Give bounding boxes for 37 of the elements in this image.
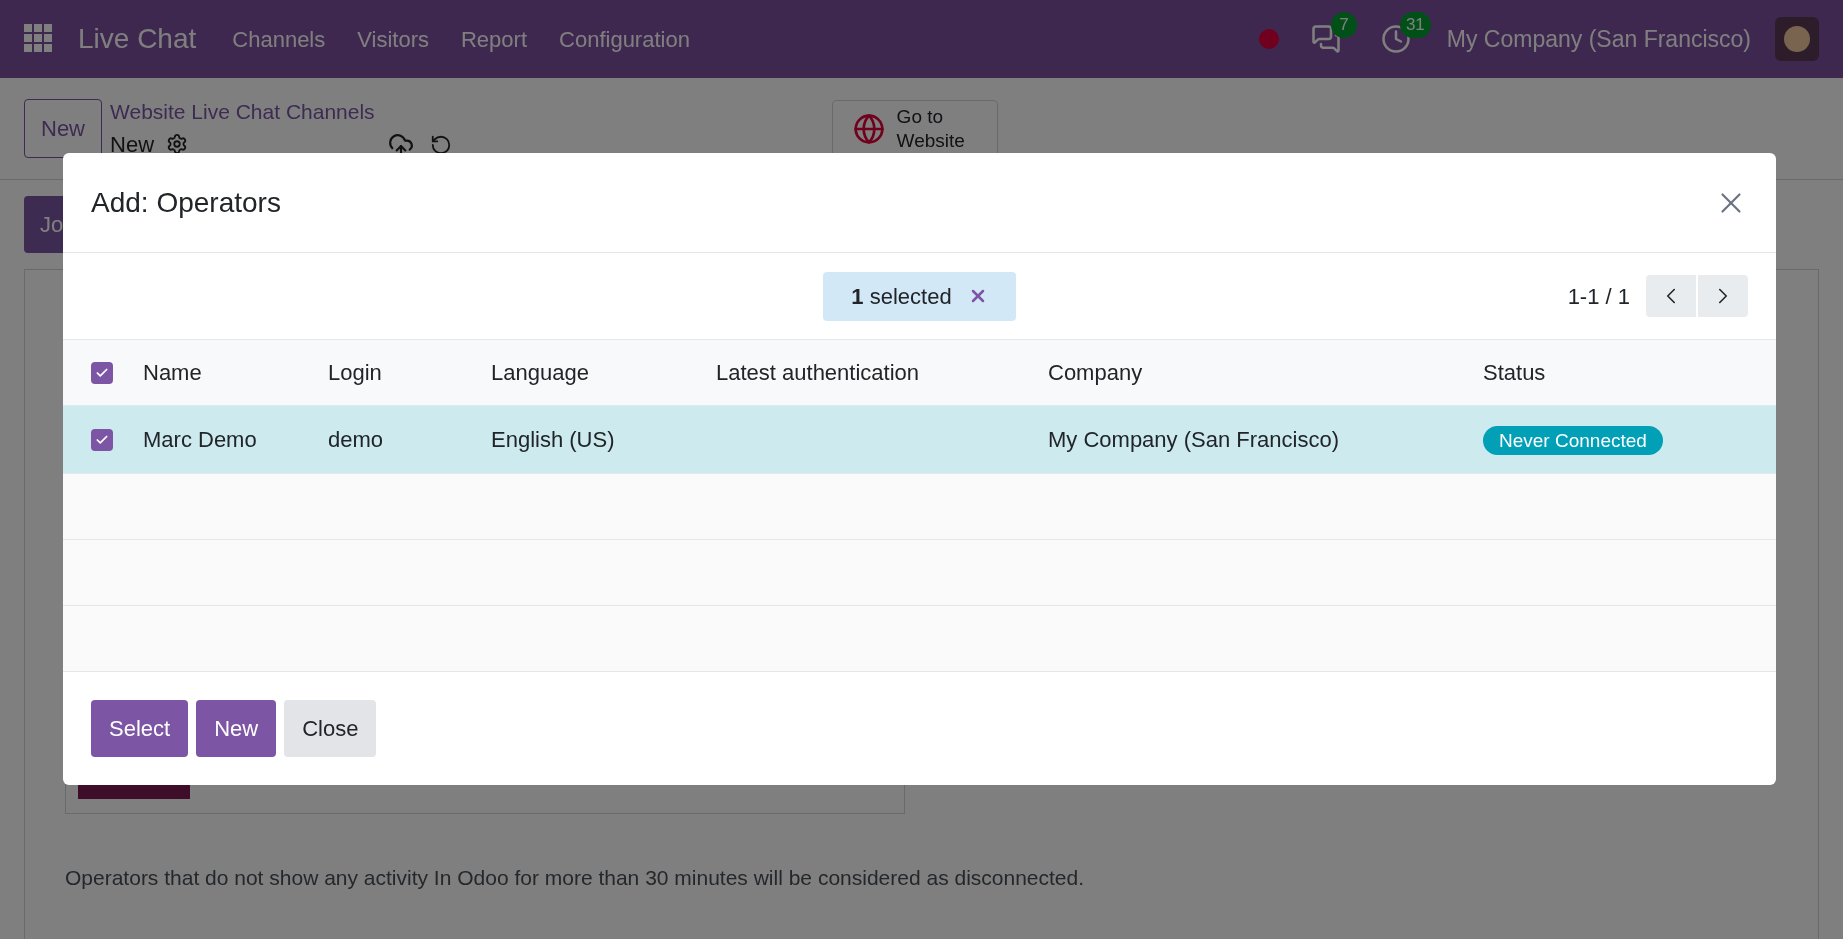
status-badge: Never Connected	[1483, 426, 1663, 455]
column-header[interactable]: Language	[491, 356, 716, 389]
column-header[interactable]: Status	[1483, 356, 1776, 389]
dialog-button[interactable]: Select	[91, 700, 189, 757]
settings-icon[interactable]	[166, 133, 189, 156]
table-cell: demo	[328, 427, 384, 452]
checkbox[interactable]	[91, 361, 113, 384]
message-count: 7	[1331, 12, 1357, 38]
menu-item[interactable]: Channels	[232, 22, 326, 56]
menu-item[interactable]: Report	[461, 22, 528, 56]
table-cell: My Company (San Francisco)	[1048, 427, 1339, 452]
app-name[interactable]: Live Chat	[78, 18, 197, 60]
undo-icon[interactable]	[429, 133, 452, 156]
table-cell: Marc Demo	[143, 427, 257, 452]
company-name[interactable]: My Company (San Francisco)	[1446, 21, 1751, 57]
dialog-button[interactable]: Close	[284, 700, 377, 757]
avatar-icon[interactable]	[1775, 17, 1819, 61]
globe-icon	[852, 112, 885, 145]
dialog-title: Add: Operators	[91, 185, 281, 220]
column-header[interactable]: Name	[143, 356, 328, 389]
menu-item[interactable]: Configuration	[559, 22, 690, 56]
checkbox[interactable]	[91, 428, 113, 451]
activity-count: 31	[1399, 12, 1431, 38]
record-title: New	[110, 130, 155, 159]
selection-count: 1 selected	[851, 282, 952, 311]
dialog-button[interactable]: New	[196, 700, 277, 757]
menu-item[interactable]: Visitors	[357, 22, 429, 56]
operators-note: Operators that do not show any activity In Odoo for more than 30 minutes will be considered as disconnected.	[65, 865, 1086, 891]
chat-icon[interactable]	[1310, 24, 1341, 54]
app-grid-icon[interactable]	[24, 24, 54, 54]
pager-text: 1-1 / 1	[1567, 282, 1630, 311]
column-header[interactable]: Login	[328, 356, 491, 389]
column-header[interactable]: Latest authentication	[716, 356, 1048, 389]
table-row[interactable]: Marc Demo demo English (US) My Company (San Francisco) Never Connected	[63, 406, 1776, 474]
column-header[interactable]: Company	[1048, 356, 1483, 389]
table-cell: English (US)	[491, 427, 615, 452]
breadcrumb-link[interactable]: Website Live Chat Channels	[110, 96, 375, 128]
